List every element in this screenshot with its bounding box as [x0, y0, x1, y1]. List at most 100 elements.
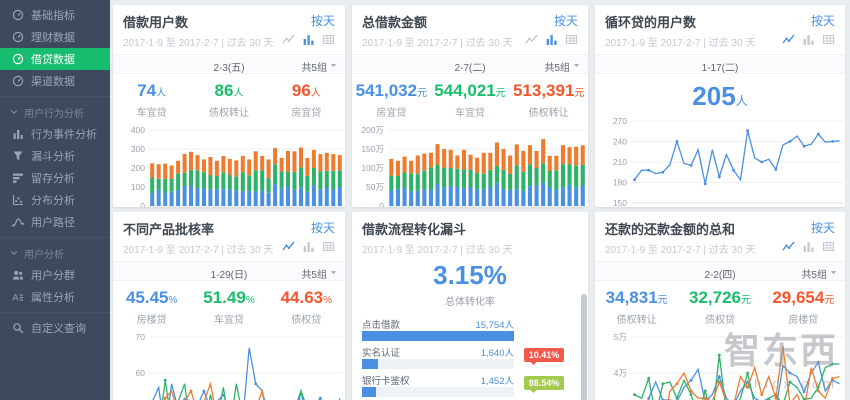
svg-text:200万: 200万 — [361, 125, 384, 135]
group-count-dropdown[interactable]: 共5组 — [801, 266, 837, 281]
app-window: 基础指标理财数据借贷数据渠道数据用户行为分析行为事件分析 漏斗分析留存分析 分布分析… — [0, 0, 850, 400]
sidebar-item-label: 渠道数据 — [31, 76, 75, 88]
sidebar-item-label: 用户路径 — [31, 217, 75, 229]
bar-chart-icon[interactable] — [302, 33, 315, 46]
chart-type-switcher — [282, 240, 335, 253]
sidebar-section-1[interactable]: 用户行为分析 — [0, 101, 110, 123]
sidebar-item[interactable]: 行为事件分析 — [0, 123, 110, 145]
sidebar-nav: 基础指标理财数据借贷数据渠道数据用户行为分析行为事件分析 漏斗分析留存分析 分布分析… — [0, 0, 110, 339]
table-icon[interactable] — [822, 240, 835, 253]
sidebar-item[interactable]: A 属性分析 — [0, 286, 110, 308]
overall-conversion-label: 总体转化率 — [445, 297, 495, 308]
sidebar-item[interactable]: 理财数据 — [0, 26, 110, 48]
hover-info-bar: 1-29(日) 共5组 — [113, 261, 345, 281]
stat-value: 32,726元 — [688, 288, 751, 307]
stat-value: 96人 — [291, 81, 321, 100]
bar-chart-icon[interactable] — [802, 240, 815, 253]
line-chart-icon[interactable] — [282, 33, 295, 46]
svg-text:1-9: 1-9 — [628, 206, 641, 207]
stat-label: 车宜贷 — [455, 108, 485, 119]
search-icon — [12, 322, 24, 334]
stat-label: 车宜贷 — [213, 315, 244, 326]
line-chart-icon[interactable] — [782, 33, 795, 46]
panel-conversion-funnel: 借款流程转化漏斗 2017-1-9 至 2017-2-7 | 过去 30 天 3.1… — [352, 212, 588, 400]
svg-text:400: 400 — [131, 125, 145, 135]
sidebar-item[interactable]: 基础指标 — [0, 4, 110, 26]
svg-text:1-21: 1-21 — [711, 206, 728, 207]
bar-chart-icon[interactable] — [802, 33, 815, 46]
funnel-bar-fill — [362, 359, 378, 369]
bar-chart-icon[interactable] — [302, 240, 315, 253]
panel-total-loan-amount: 总借款金额 按天 2017-1-9 至 2017-2-7 | 过去 30 天 2-7(… — [352, 5, 588, 207]
hover-info-bar: 2-7(二) 共5组 — [352, 54, 588, 74]
table-icon[interactable] — [322, 240, 335, 253]
stat: 86人 债权转让 — [190, 81, 267, 119]
panel-header: 不同产品批核率 按天 2017-1-9 至 2017-2-7 | 过去 30 天 — [113, 212, 345, 256]
funnel-step-label: 银行卡鉴权 — [362, 376, 410, 387]
big-stat-value: 205 — [692, 81, 736, 111]
chart-canvas: 2万3万4万5万1-91-121-151-181-211-241-271-302… — [614, 332, 843, 400]
chart-canvas: 150 180 210 240 270 1-9 1-12 1-15 1-18 1-21 1-24 1-… — [613, 116, 843, 207]
stat: 45.45% 房楼贷 — [113, 288, 190, 326]
sidebar-group: 基础指标理财数据借贷数据渠道数据 — [0, 0, 110, 92]
sidebar-item-label: 行为事件分析 — [31, 129, 97, 141]
chart-type-switcher — [782, 240, 835, 253]
stat-value: 74人 — [137, 81, 167, 100]
stat-value: 541,032元 — [355, 81, 428, 100]
sidebar-item[interactable]: 自定义查询 — [0, 317, 110, 339]
granularity-button[interactable]: 按天 — [311, 12, 335, 29]
sidebar-item-label: 理财数据 — [31, 32, 75, 44]
svg-text:4万: 4万 — [614, 368, 627, 378]
line-chart-icon[interactable] — [282, 240, 295, 253]
stat-unit: % — [168, 295, 178, 306]
scrollbar-thumb[interactable] — [581, 294, 587, 400]
chart-type-switcher — [782, 33, 835, 46]
granularity-button[interactable]: 按天 — [811, 219, 835, 236]
sidebar-group: 自定义查询 — [0, 312, 110, 339]
granularity-button[interactable]: 按天 — [311, 219, 335, 236]
panel-date-range: 2017-1-9 至 2017-2-7 | 过去 30 天 — [123, 38, 274, 49]
svg-text:A: A — [13, 293, 19, 303]
group-count-label: 共5组 — [301, 270, 327, 281]
stat-unit: % — [245, 295, 255, 306]
group-count-dropdown[interactable]: 共5组 — [544, 59, 580, 74]
svg-text:100: 100 — [131, 182, 145, 192]
funnel-step-value: 15,754人 — [475, 320, 514, 331]
group-count-dropdown[interactable]: 共5组 — [301, 266, 337, 281]
group-count-dropdown[interactable]: 共5组 — [301, 59, 337, 74]
sidebar-item[interactable]: 留存分析 — [0, 167, 110, 189]
line-chart-icon[interactable] — [525, 33, 538, 46]
sidebar-item[interactable]: 漏斗分析 — [0, 145, 110, 167]
table-icon[interactable] — [822, 33, 835, 46]
granularity-button[interactable]: 按天 — [811, 12, 835, 29]
sidebar-item[interactable]: 用户分群 — [0, 264, 110, 286]
table-icon[interactable] — [565, 33, 578, 46]
sidebar-item[interactable]: 分布分析 — [0, 189, 110, 211]
overall-conversion-rate: 3.15% — [433, 260, 507, 290]
sidebar-item-label: 漏斗分析 — [31, 151, 75, 163]
bar-chart-icon[interactable] — [545, 33, 558, 46]
funnel-step-label: 实名认证 — [362, 348, 401, 359]
stat-label: 债权转让 — [616, 315, 657, 326]
sidebar-item[interactable]: 借贷数据 — [0, 48, 110, 70]
chart-canvas: 050万100万150万200万1-91-121-151-181-211-241… — [361, 125, 586, 207]
granularity-button[interactable]: 按天 — [554, 12, 578, 29]
sidebar-section-label: 用户分析 — [24, 249, 64, 261]
line-chart-icon[interactable] — [782, 240, 795, 253]
sidebar-item[interactable]: 用户路径 — [0, 211, 110, 233]
caret-down-icon — [330, 268, 337, 279]
hover-info-bar: 2-3(五) 共5组 — [113, 54, 345, 74]
table-icon[interactable] — [322, 33, 335, 46]
sidebar-item[interactable]: 渠道数据 — [0, 70, 110, 92]
stat-unit: % — [323, 295, 333, 306]
funnel-step-value: 1,452人 — [480, 376, 514, 387]
sidebar-section-2[interactable]: 用户分析 — [0, 242, 110, 264]
stat: 513,391元 债权转让 — [509, 81, 588, 119]
panel-header: 循环贷的用户数 按天 2017-1-9 至 2017-2-7 | 过去 30 天 — [595, 5, 845, 49]
sidebar-item-label: 属性分析 — [31, 292, 75, 304]
hover-info-bar: 1-17(二) — [595, 54, 845, 74]
panel-date-range: 2017-1-9 至 2017-2-7 | 过去 30 天 — [605, 245, 756, 256]
stat-label: 债权贷 — [704, 315, 735, 326]
funnel-bar-track — [362, 331, 514, 341]
panel-chart: 150 180 210 240 270 1-9 1-12 1-15 1-18 1-21 1-24 1-… — [595, 113, 845, 207]
